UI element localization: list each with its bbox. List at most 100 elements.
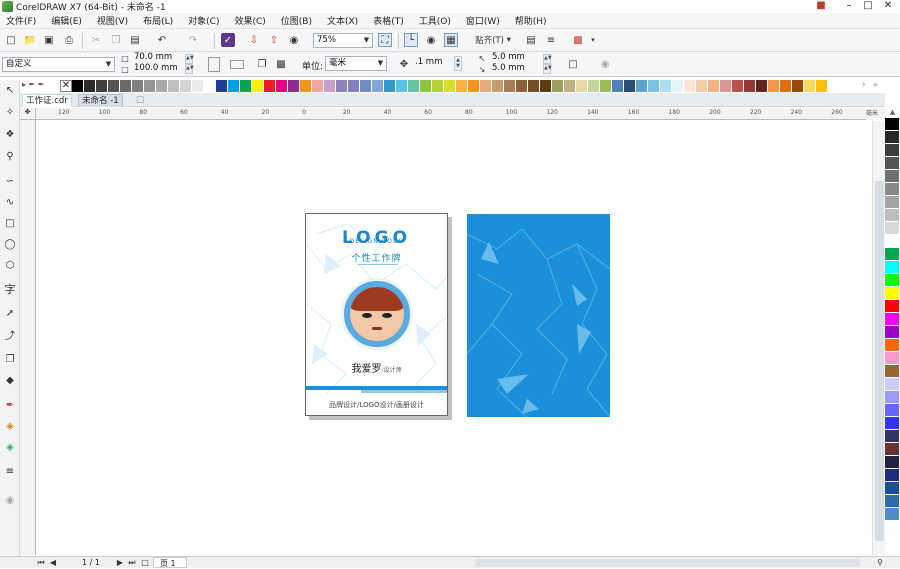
color-swatch[interactable]: [576, 80, 588, 92]
menu-tools[interactable]: 工具(O): [419, 14, 451, 27]
connector-tool-icon[interactable]: ⤴: [3, 327, 17, 342]
color-swatch[interactable]: [885, 300, 899, 313]
color-swatch[interactable]: [216, 80, 228, 92]
menu-bitmaps[interactable]: 位图(B): [281, 14, 312, 27]
menu-table[interactable]: 表格(T): [373, 14, 404, 27]
launch-dropdown-icon[interactable]: ▾: [586, 33, 600, 47]
color-swatch[interactable]: [672, 80, 684, 92]
page-tab[interactable]: 页 1: [153, 557, 187, 568]
color-swatch[interactable]: [288, 80, 300, 92]
color-swatch[interactable]: [885, 469, 899, 482]
color-swatch[interactable]: [492, 80, 504, 92]
toolbox-lock-icon[interactable]: ◉: [3, 493, 17, 507]
color-swatch[interactable]: [108, 80, 120, 92]
ruler-origin-icon[interactable]: ✥: [20, 108, 36, 120]
horizontal-scrollbar[interactable]: [475, 559, 860, 567]
color-swatch[interactable]: [885, 508, 899, 521]
redo-icon[interactable]: ↷: [186, 33, 200, 47]
menu-window[interactable]: 窗口(W): [466, 14, 500, 27]
color-swatch[interactable]: [885, 430, 899, 443]
launch-icon[interactable]: ▩: [571, 33, 585, 47]
color-swatch[interactable]: [696, 80, 708, 92]
menu-help[interactable]: 帮助(H): [515, 14, 547, 27]
color-swatch[interactable]: [885, 404, 899, 417]
color-swatch[interactable]: [885, 248, 899, 261]
zoom-icon[interactable]: ⚲: [874, 557, 886, 568]
color-swatch[interactable]: [816, 80, 828, 92]
portrait-icon[interactable]: [208, 57, 220, 72]
color-swatch[interactable]: [885, 313, 899, 326]
snap-to-button[interactable]: 贴齐(T) ▾: [470, 33, 516, 47]
color-swatch[interactable]: [804, 80, 816, 92]
menu-file[interactable]: 文件(F): [6, 14, 36, 27]
first-page-icon[interactable]: ⏮: [36, 557, 46, 568]
color-swatch[interactable]: [324, 80, 336, 92]
nudge-field[interactable]: .1 mm: [412, 56, 452, 71]
color-swatch[interactable]: [312, 80, 324, 92]
color-swatch[interactable]: [504, 80, 516, 92]
color-swatch[interactable]: [420, 80, 432, 92]
menu-view[interactable]: 视图(V): [97, 14, 128, 27]
color-swatch[interactable]: [600, 80, 612, 92]
color-swatch[interactable]: [180, 80, 192, 92]
interactive-fill-icon[interactable]: ◈: [3, 419, 17, 433]
color-swatch[interactable]: [624, 80, 636, 92]
id-card-front[interactable]: LOGO DESIGN GODS 个性工作牌 我爱罗/设计师 品牌设计/LOGO…: [305, 213, 448, 416]
page-border-icon[interactable]: □: [566, 57, 580, 71]
drop-shadow-icon[interactable]: ❐: [3, 352, 17, 366]
color-swatch[interactable]: [360, 80, 372, 92]
color-swatch[interactable]: [444, 80, 456, 92]
color-swatch[interactable]: [885, 183, 899, 196]
maximize-button[interactable]: □: [857, 0, 879, 13]
color-swatch[interactable]: [300, 80, 312, 92]
open-icon[interactable]: 📁: [23, 33, 37, 47]
paper-type-select[interactable]: 自定义 ▼: [2, 57, 115, 72]
color-swatch[interactable]: [885, 365, 899, 378]
color-swatch[interactable]: [276, 80, 288, 92]
color-swatch[interactable]: [885, 339, 899, 352]
color-swatch[interactable]: [720, 80, 732, 92]
menu-object[interactable]: 对象(C): [188, 14, 219, 27]
undo-icon[interactable]: ↶: [155, 33, 169, 47]
color-swatch[interactable]: [384, 80, 396, 92]
add-page-icon[interactable]: □: [140, 557, 150, 568]
color-swatch[interactable]: [528, 80, 540, 92]
add-tab-icon[interactable]: □: [133, 94, 147, 107]
color-swatch[interactable]: [588, 80, 600, 92]
color-swatch[interactable]: [408, 80, 420, 92]
vertical-scroll-thumb[interactable]: [875, 181, 884, 541]
menu-edit[interactable]: 编辑(E): [51, 14, 82, 27]
color-swatch[interactable]: [252, 80, 264, 92]
color-swatch[interactable]: [240, 80, 252, 92]
color-swatch[interactable]: [132, 80, 144, 92]
color-swatch[interactable]: [780, 80, 792, 92]
color-swatch[interactable]: [885, 391, 899, 404]
color-swatch[interactable]: [756, 80, 768, 92]
color-swatch[interactable]: [648, 80, 660, 92]
color-swatch[interactable]: [432, 80, 444, 92]
zoom-tool-icon[interactable]: ⚲: [3, 149, 17, 163]
user-icon[interactable]: ■: [810, 0, 832, 13]
color-swatch[interactable]: [885, 495, 899, 508]
color-swatch[interactable]: [516, 80, 528, 92]
rectangle-tool-icon[interactable]: □: [3, 216, 17, 230]
color-swatch[interactable]: [885, 209, 899, 222]
color-swatch[interactable]: [120, 80, 132, 92]
close-button[interactable]: ✕: [877, 0, 899, 13]
page-height-field[interactable]: 100.0 mm: [131, 64, 183, 75]
nudge-spinner[interactable]: ▲ ▼: [454, 56, 462, 71]
color-swatch[interactable]: [480, 80, 492, 92]
landscape-icon[interactable]: [230, 60, 244, 69]
prev-page-icon[interactable]: ◀: [48, 557, 58, 568]
copy-icon[interactable]: ❐: [109, 33, 123, 47]
color-swatch[interactable]: [744, 80, 756, 92]
vertical-scrollbar[interactable]: [872, 121, 885, 555]
color-swatch[interactable]: [732, 80, 744, 92]
export-icon[interactable]: ⇧: [267, 33, 281, 47]
dup-x-spinner[interactable]: ▲▼: [543, 54, 552, 64]
options-icon[interactable]: ≡: [544, 33, 558, 47]
color-swatch[interactable]: [885, 261, 899, 274]
color-swatch[interactable]: [768, 80, 780, 92]
color-swatch[interactable]: [204, 80, 216, 92]
color-swatch[interactable]: [96, 80, 108, 92]
